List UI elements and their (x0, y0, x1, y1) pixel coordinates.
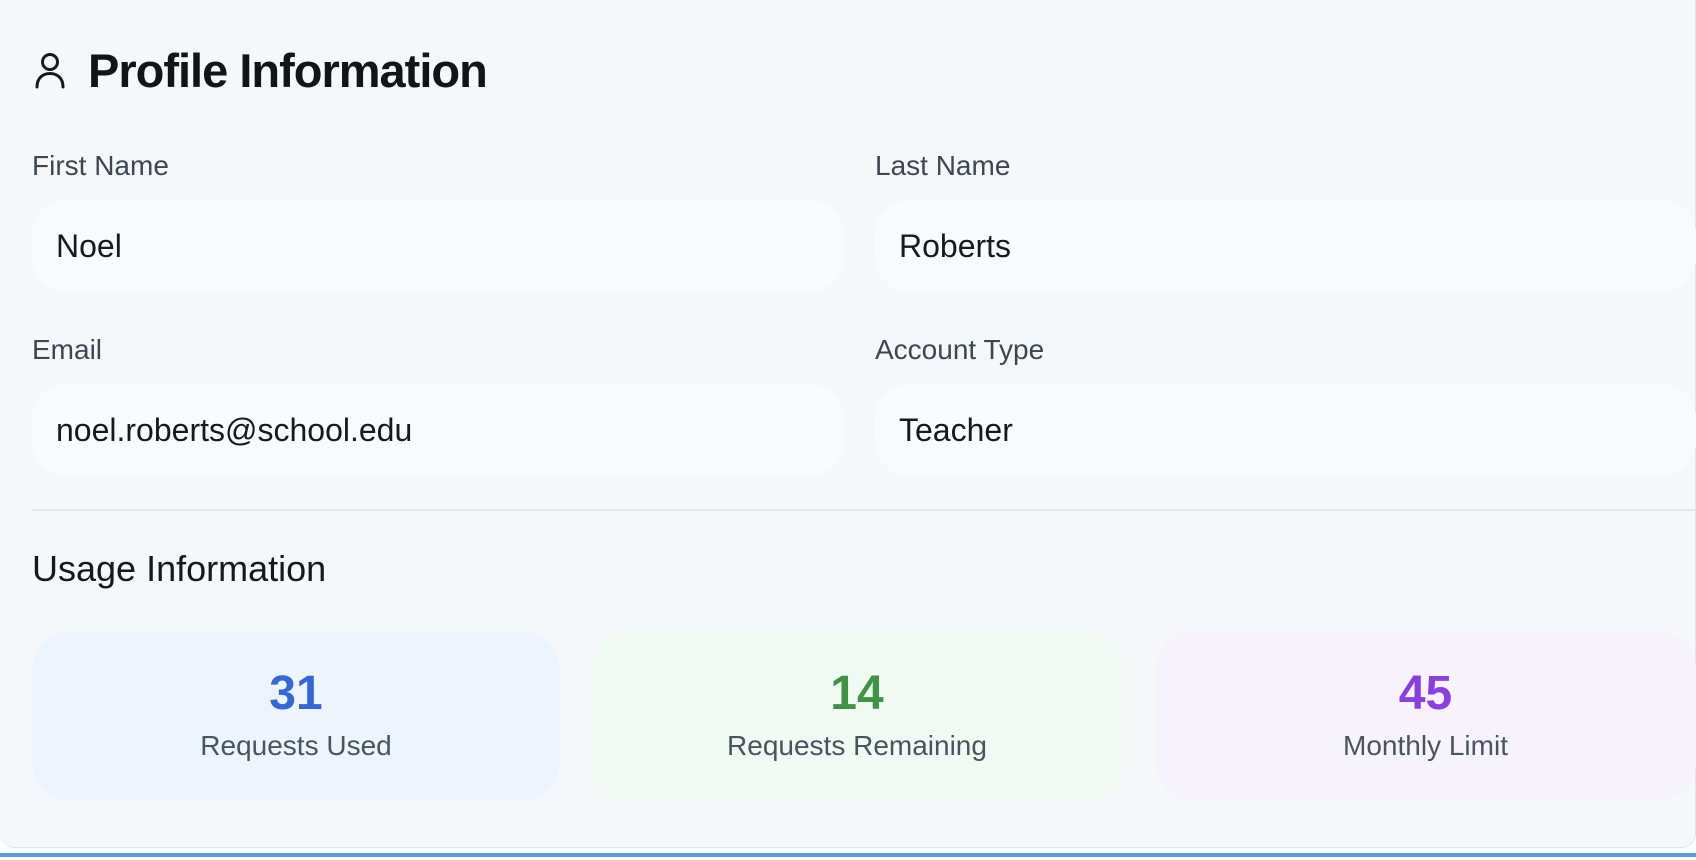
first-name-label: First Name (32, 150, 169, 181)
stat-label: Requests Remaining (727, 730, 987, 761)
section-divider (32, 509, 1696, 511)
first-name-field[interactable]: Noel (32, 200, 844, 292)
stat-label: Monthly Limit (1343, 730, 1508, 761)
email-field-group: Email noel.roberts@school.edu (32, 332, 844, 476)
stat-card-requests-remaining: 14 Requests Remaining (593, 632, 1121, 800)
account-type-field-group: Account Type Teacher (875, 332, 1696, 476)
user-icon (32, 50, 68, 90)
account-type-field[interactable]: Teacher (875, 384, 1696, 476)
email-label: Email (32, 334, 103, 365)
stat-value: 14 (830, 667, 884, 720)
stat-label: Requests Used (200, 730, 392, 761)
stat-card-requests-used: 31 Requests Used (32, 632, 560, 800)
last-name-label: Last Name (875, 150, 1011, 181)
last-name-field[interactable]: Roberts (875, 200, 1696, 292)
stat-card-monthly-limit: 45 Monthly Limit (1155, 632, 1696, 800)
last-name-field-group: Last Name Roberts (875, 148, 1696, 292)
profile-header: Profile Information (32, 40, 488, 100)
stat-value: 45 (1398, 667, 1453, 720)
first-name-field-group: First Name Noel (32, 148, 844, 292)
bottom-accent-bar (0, 853, 1696, 857)
email-field[interactable]: noel.roberts@school.edu (32, 384, 844, 476)
profile-card: Profile Information First Name Noel Last… (0, 0, 1696, 848)
usage-section-title: Usage Information (32, 548, 327, 589)
page-title: Profile Information (88, 43, 488, 97)
account-type-label: Account Type (875, 334, 1045, 365)
stat-value: 31 (269, 667, 323, 720)
